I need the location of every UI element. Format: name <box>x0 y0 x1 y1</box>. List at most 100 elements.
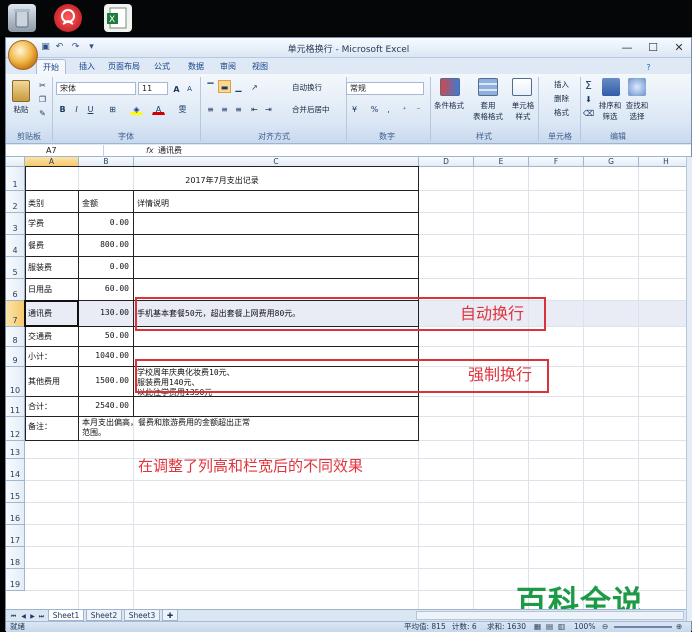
cell-category[interactable]: 小计： <box>28 351 52 362</box>
align-right-icon[interactable]: ≡ <box>232 102 245 115</box>
insert-sheet-icon[interactable]: ✚ <box>162 610 178 621</box>
row-header-10[interactable]: 10 <box>6 367 25 397</box>
row-header-2[interactable]: 2 <box>6 191 25 213</box>
clear-icon[interactable]: ⌫ <box>582 106 595 119</box>
cell-style-button[interactable]: 单元格 样式 <box>506 100 540 122</box>
save-icon[interactable]: ▣ <box>40 42 51 53</box>
align-top-icon[interactable]: ▔ <box>204 80 217 93</box>
decrease-indent-icon[interactable]: ⇤ <box>248 102 261 115</box>
column-header-f[interactable]: F <box>529 157 584 167</box>
cell-category[interactable]: 日用品 <box>28 284 52 295</box>
fx-button[interactable]: fx <box>146 145 154 157</box>
cut-icon[interactable]: ✂ <box>36 78 49 91</box>
quick-access-more-icon[interactable]: ▾ <box>86 42 97 53</box>
row-header-5[interactable]: 5 <box>6 257 25 279</box>
sort-filter-button[interactable]: 排序和 筛选 <box>596 100 624 122</box>
column-header-g[interactable]: G <box>584 157 639 167</box>
vertical-scrollbar[interactable] <box>686 157 692 621</box>
cell-amount[interactable]: 800.00 <box>79 240 129 249</box>
underline-button[interactable]: U <box>84 102 97 115</box>
wrap-text-button[interactable]: 自动换行 <box>280 82 332 93</box>
office-button[interactable] <box>8 40 38 70</box>
fill-color-icon[interactable]: ◈ <box>130 102 143 115</box>
column-header-h[interactable]: H <box>639 157 686 167</box>
table-format-button[interactable]: 套用 表格格式 <box>468 100 508 122</box>
align-bottom-icon[interactable]: ▁ <box>232 80 245 93</box>
borders-icon[interactable]: ⊞ <box>106 102 119 115</box>
cell-category[interactable]: 服装费 <box>28 262 52 273</box>
merge-center-button[interactable]: 合并后居中 <box>280 104 340 115</box>
row-header-11[interactable]: 11 <box>6 397 25 417</box>
row-header-3[interactable]: 3 <box>6 213 25 235</box>
font-color-button[interactable]: A <box>152 102 165 115</box>
cell-amount[interactable]: 1040.00 <box>79 351 129 360</box>
insert-cells-button[interactable]: 插入 <box>542 79 578 90</box>
tab-review[interactable]: 审阅 <box>214 59 242 74</box>
worksheet-grid[interactable]: A B C D E F G H 1 2 3 4 5 6 7 8 9 10 11 12 13 14 15 16 17 18 19 201… <box>6 157 686 609</box>
redo-icon[interactable]: ↷ <box>70 42 81 53</box>
row-header-7[interactable]: 7 <box>6 301 25 327</box>
horizontal-scrollbar[interactable] <box>416 611 684 620</box>
tab-view[interactable]: 视图 <box>246 59 274 74</box>
tab-insert[interactable]: 插入 <box>72 59 102 74</box>
cell-amount[interactable]: 130.00 <box>79 308 129 317</box>
name-box[interactable]: A7 <box>8 145 104 157</box>
column-header-e[interactable]: E <box>474 157 529 167</box>
cell-amount[interactable]: 2540.00 <box>79 401 129 410</box>
security-app-icon[interactable] <box>54 4 82 32</box>
cell-category[interactable]: 餐费 <box>28 240 44 251</box>
phonetic-icon[interactable]: 雯 <box>176 102 189 115</box>
row-header-13[interactable]: 13 <box>6 441 25 459</box>
autosum-button[interactable]: Σ <box>582 78 595 92</box>
cell-category[interactable]: 学费 <box>28 218 44 229</box>
minimize-button[interactable]: — <box>614 39 640 56</box>
paste-icon[interactable] <box>12 80 30 102</box>
cell-amount[interactable]: 1500.00 <box>79 376 129 385</box>
cell-style-icon[interactable] <box>512 78 532 96</box>
cell-amount[interactable]: 0.00 <box>79 218 129 227</box>
align-center-icon[interactable]: ≡ <box>218 102 231 115</box>
recycle-bin-icon[interactable] <box>8 4 36 32</box>
sort-filter-icon[interactable] <box>602 78 620 96</box>
format-cells-button[interactable]: 格式 <box>542 107 578 118</box>
close-button[interactable]: ✕ <box>666 39 692 56</box>
delete-cells-button[interactable]: 删除 <box>542 93 578 104</box>
align-left-icon[interactable]: ≡ <box>204 102 217 115</box>
font-name-select[interactable]: 宋体 <box>56 82 136 95</box>
row-header-8[interactable]: 8 <box>6 327 25 347</box>
table-format-icon[interactable] <box>478 78 498 96</box>
excel-file-icon[interactable]: X <box>104 4 132 32</box>
cell-detail-wrapped[interactable]: 本月支出偏高，餐费和旅游费用的金额超出正常 范围。 <box>82 418 382 440</box>
column-header-d[interactable]: D <box>419 157 474 167</box>
row-header-15[interactable]: 15 <box>6 481 25 503</box>
tab-page-layout[interactable]: 页面布局 <box>104 59 144 74</box>
help-icon[interactable]: ? <box>642 60 655 73</box>
cell-amount[interactable]: 60.00 <box>79 284 129 293</box>
increase-indent-icon[interactable]: ⇥ <box>262 102 275 115</box>
italic-button[interactable]: I <box>70 102 83 115</box>
zoom-slider[interactable] <box>614 626 672 628</box>
row-header-19[interactable]: 19 <box>6 569 25 591</box>
cell-category[interactable]: 其他费用 <box>28 376 60 387</box>
row-header-6[interactable]: 6 <box>6 279 25 301</box>
sheet-tab-sheet1[interactable]: Sheet1 <box>48 610 84 621</box>
cell-category[interactable]: 通讯费 <box>28 308 52 319</box>
increase-decimal-icon[interactable]: ⁺ <box>398 102 411 115</box>
paste-button-label[interactable]: 粘贴 <box>10 104 32 115</box>
row-header-16[interactable]: 16 <box>6 503 25 525</box>
maximize-button[interactable]: ☐ <box>640 39 666 56</box>
number-format-select[interactable]: 常规 <box>346 82 424 95</box>
sheet-tab-sheet3[interactable]: Sheet3 <box>124 610 160 621</box>
format-painter-icon[interactable]: ✎ <box>36 106 49 119</box>
row-header-1[interactable]: 1 <box>6 167 25 191</box>
row-header-9[interactable]: 9 <box>6 347 25 367</box>
orientation-icon[interactable]: ↗ <box>248 80 261 93</box>
align-middle-icon[interactable]: ▬ <box>218 80 231 93</box>
font-size-select[interactable]: 11 <box>138 82 168 95</box>
undo-icon[interactable]: ↶ <box>54 42 65 53</box>
sheet-tab-sheet2[interactable]: Sheet2 <box>86 610 122 621</box>
bold-button[interactable]: B <box>56 102 69 115</box>
row-header-14[interactable]: 14 <box>6 459 25 481</box>
cell-category[interactable]: 交通费 <box>28 331 52 342</box>
tab-data[interactable]: 数据 <box>182 59 210 74</box>
